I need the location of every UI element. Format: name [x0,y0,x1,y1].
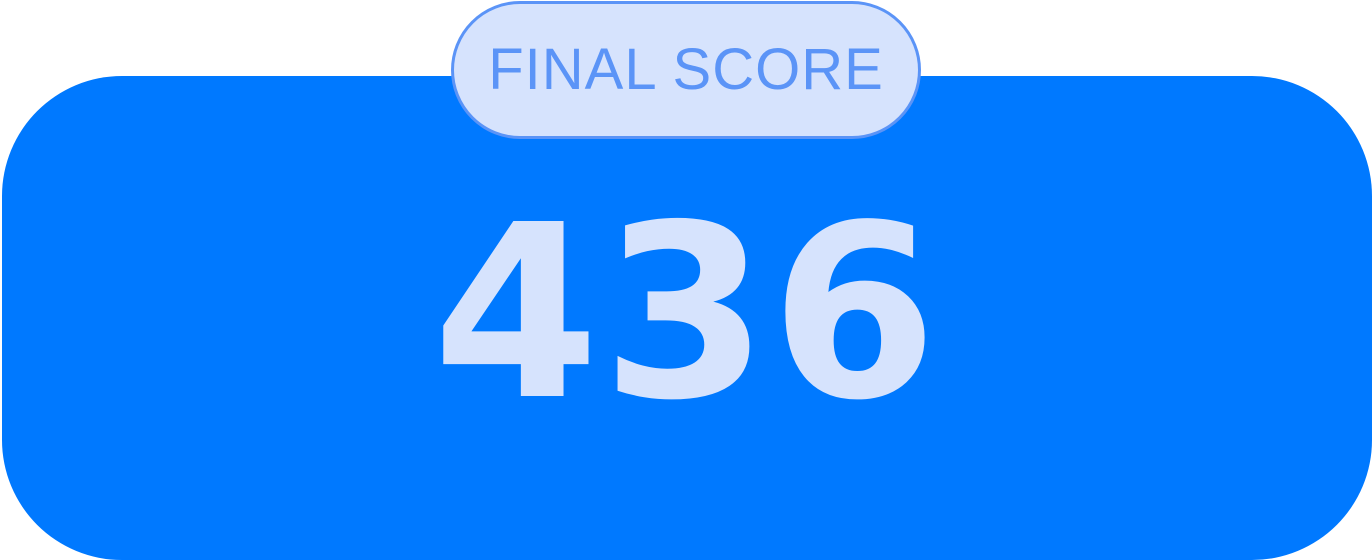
final-score-screen: 436 FINAL SCORE [0,0,1372,560]
final-score-label: FINAL SCORE [488,37,884,102]
final-score-value: 436 [432,173,940,453]
final-score-label-badge: FINAL SCORE [451,1,921,139]
